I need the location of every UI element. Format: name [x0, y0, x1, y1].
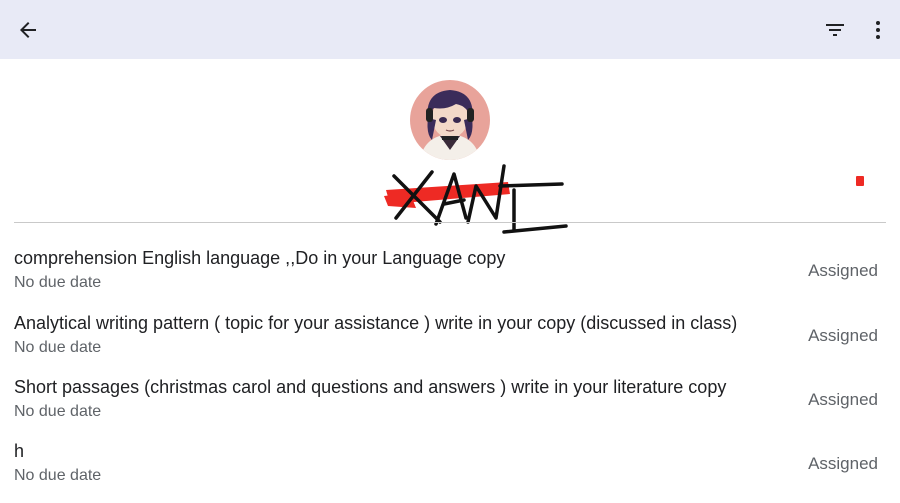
assignment-due-date: No due date	[14, 339, 102, 356]
more-options-button[interactable]	[858, 10, 898, 50]
assignment-title: comprehension English language ,,Do in y…	[14, 248, 506, 268]
assignment-title: Analytical writing pattern ( topic for y…	[14, 313, 738, 333]
assignment-status: Assigned	[808, 390, 878, 409]
arrow-back-icon	[20, 22, 36, 38]
assignment-row[interactable]: Analytical writing pattern ( topic for y…	[0, 311, 900, 375]
filter-icon	[826, 24, 844, 36]
assignment-status: Assigned	[808, 326, 878, 345]
assignment-row[interactable]: h No due date Assigned	[0, 439, 900, 503]
assignment-row[interactable]: comprehension English language ,,Do in y…	[0, 246, 900, 310]
name-scribble	[384, 164, 568, 234]
top-app-bar	[0, 0, 900, 59]
assignment-row[interactable]: Short passages (christmas carol and ques…	[0, 375, 900, 439]
profile-avatar[interactable]	[410, 80, 490, 160]
assignment-status: Assigned	[808, 454, 878, 473]
assignment-due-date: No due date	[14, 403, 102, 420]
back-button[interactable]	[8, 10, 48, 50]
avatar-image	[410, 80, 490, 160]
assignment-due-date: No due date	[14, 467, 102, 484]
assignment-title: Short passages (christmas carol and ques…	[14, 377, 727, 397]
filter-button[interactable]	[815, 10, 855, 50]
red-mark	[856, 176, 864, 186]
assignment-title: h	[14, 441, 25, 461]
divider	[14, 222, 886, 223]
more-vert-icon	[876, 21, 880, 39]
assignment-status: Assigned	[808, 261, 878, 280]
assignment-due-date: No due date	[14, 274, 102, 291]
